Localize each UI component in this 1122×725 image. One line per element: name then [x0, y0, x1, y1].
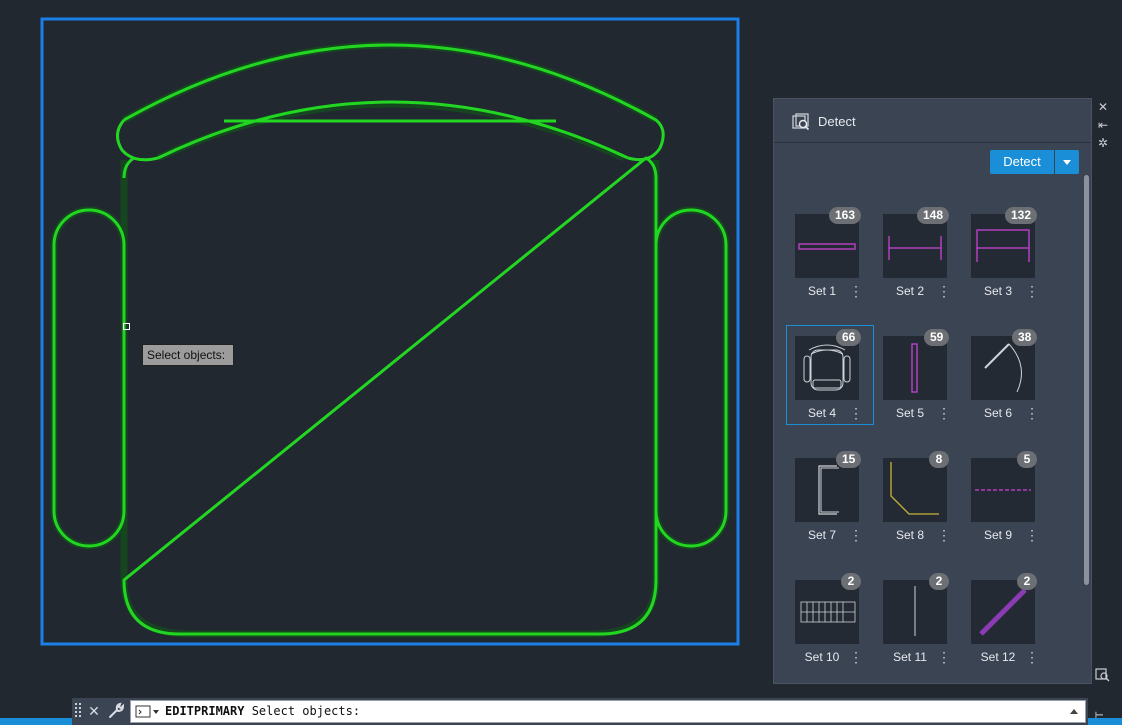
command-history-button[interactable] [1069, 704, 1081, 718]
detect-panel-icon[interactable] [1095, 666, 1111, 682]
set-menu-icon[interactable]: ⋮ [1025, 284, 1039, 300]
selection-frame [40, 17, 740, 646]
detected-set-tile[interactable]: 132 Set 3 ⋮ [962, 203, 1050, 303]
set-menu-icon[interactable]: ⋮ [1025, 406, 1039, 422]
set-menu-icon[interactable]: ⋮ [849, 284, 863, 300]
grip-handle[interactable] [75, 702, 81, 720]
backrest-inner [157, 100, 629, 160]
set-menu-icon[interactable]: ⋮ [849, 406, 863, 422]
set-count-badge: 15 [836, 451, 862, 468]
command-prompt-text: Select objects: [244, 704, 361, 718]
palette-title: Detect [818, 114, 856, 129]
set-label: Set 5 [895, 406, 925, 420]
backrest-left-cap [116, 119, 159, 162]
palette-header: Detect [774, 99, 1091, 143]
armchair-block[interactable] [50, 41, 730, 638]
detect-palette: Detect Detect 163 Set 1 ⋮ 148 Set 2 ⋮ 132 Set 3… [773, 98, 1092, 684]
set-count-badge: 163 [829, 207, 862, 224]
set-menu-icon[interactable]: ⋮ [937, 406, 951, 422]
status-bar-right [1088, 718, 1122, 725]
close-icon[interactable]: ✕ [86, 702, 102, 720]
detect-dropdown-button[interactable] [1055, 150, 1079, 174]
set-count-badge: 132 [1005, 207, 1038, 224]
detected-set-tile[interactable]: 148 Set 2 ⋮ [874, 203, 962, 303]
detected-set-tile[interactable]: 8 Set 8 ⋮ [874, 447, 962, 547]
set-label: Set 8 [895, 528, 925, 542]
detected-set-tile[interactable]: 163 Set 1 ⋮ [786, 203, 874, 303]
set-menu-icon[interactable]: ⋮ [849, 528, 863, 544]
set-label: Set 3 [983, 284, 1013, 298]
detected-set-tile[interactable]: 2 Set 11 ⋮ [874, 569, 962, 669]
detected-set-tile[interactable]: 38 Set 6 ⋮ [962, 325, 1050, 425]
set-label: Set 9 [983, 528, 1013, 542]
command-line-bar: ✕ EDITPRIMARY Select objects: [72, 698, 1088, 725]
close-icon[interactable]: ✕ [1096, 100, 1110, 114]
status-bar-left [0, 718, 72, 725]
set-label: Set 4 [807, 406, 837, 420]
set-menu-icon[interactable]: ⋮ [937, 650, 951, 666]
set-label: Set 10 [804, 650, 840, 664]
command-text: EDITPRIMARY Select objects: [165, 704, 360, 718]
set-menu-icon[interactable]: ⋮ [937, 284, 951, 300]
detected-set-tile[interactable]: 59 Set 5 ⋮ [874, 325, 962, 425]
set-label: Set 2 [895, 284, 925, 298]
wrench-icon[interactable] [107, 702, 125, 720]
detect-button[interactable]: Detect [990, 150, 1054, 174]
set-label: Set 7 [807, 528, 837, 542]
set-count-badge: 2 [841, 573, 861, 590]
cursor-tooltip: Select objects: [142, 344, 234, 366]
set-count-badge: 59 [924, 329, 950, 346]
detect-icon [792, 113, 810, 131]
command-name: EDITPRIMARY [165, 704, 245, 718]
command-prompt-icon[interactable] [135, 704, 161, 720]
right-armrest [654, 208, 728, 548]
set-count-badge: 2 [1017, 573, 1037, 590]
scrollbar-thumb[interactable] [1084, 175, 1089, 585]
settings-icon[interactable]: ✲ [1096, 136, 1110, 150]
command-input[interactable]: EDITPRIMARY Select objects: [130, 700, 1086, 723]
set-count-badge: 38 [1012, 329, 1038, 346]
seat-outline [122, 156, 658, 636]
set-label: Set 1 [807, 284, 837, 298]
left-armrest [52, 208, 126, 548]
set-menu-icon[interactable]: ⋮ [1025, 528, 1039, 544]
detected-set-tile[interactable]: 15 Set 7 ⋮ [786, 447, 874, 547]
detected-set-tile[interactable]: 2 Set 10 ⋮ [786, 569, 874, 669]
set-menu-icon[interactable]: ⋮ [849, 650, 863, 666]
autohide-icon[interactable]: ⇤ [1096, 118, 1110, 132]
palette-side-strip: ✕ ⇤ ✲ DETECT [1092, 98, 1116, 725]
set-menu-icon[interactable]: ⋮ [937, 528, 951, 544]
set-label: Set 6 [983, 406, 1013, 420]
set-count-badge: 5 [1017, 451, 1037, 468]
pickbox-cursor [123, 323, 130, 330]
detected-set-tile[interactable]: 66 Set 4 ⋮ [786, 325, 874, 425]
set-count-badge: 148 [917, 207, 950, 224]
set-menu-icon[interactable]: ⋮ [1025, 650, 1039, 666]
detected-set-tile[interactable]: 5 Set 9 ⋮ [962, 447, 1050, 547]
set-count-badge: 66 [836, 329, 862, 346]
set-count-badge: 8 [929, 451, 949, 468]
set-count-badge: 2 [929, 573, 949, 590]
detected-set-tile[interactable]: 2 Set 12 ⋮ [962, 569, 1050, 669]
set-label: Set 11 [893, 650, 927, 664]
set-label: Set 12 [980, 650, 1016, 664]
